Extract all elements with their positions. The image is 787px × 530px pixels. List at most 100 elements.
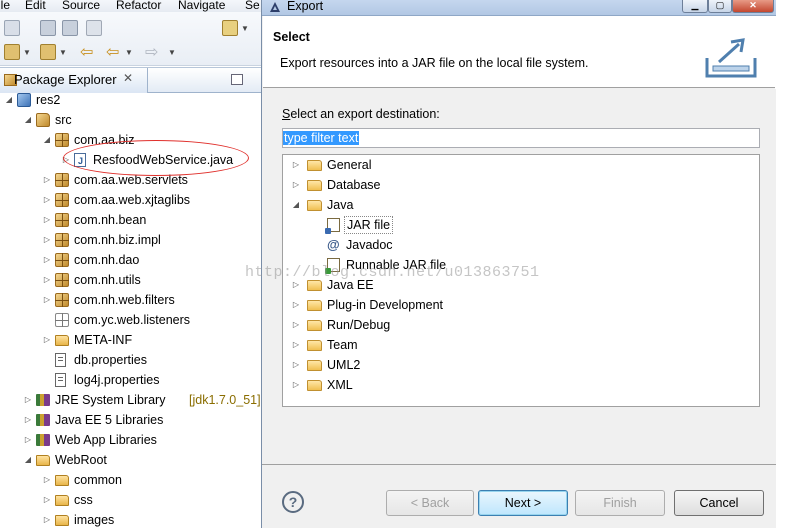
tree-item[interactable]: ▷ com.aa.web.xjtaglibs <box>0 190 262 210</box>
expanded-twisty-icon[interactable]: ◢ <box>291 195 301 215</box>
destination-label: Plug-in Development <box>327 298 444 312</box>
new-icon[interactable] <box>4 20 20 36</box>
cancel-button[interactable]: Cancel <box>674 490 764 516</box>
close-icon[interactable]: ✕ <box>123 71 133 85</box>
collapsed-twisty-icon[interactable]: ▷ <box>291 295 301 315</box>
main-toolbar: ▼ ▼ ▼ ⇦ ⇦ ▼ ⇨ ▼ <box>0 12 262 66</box>
save-icon[interactable] <box>40 20 56 36</box>
chevron-down-icon[interactable]: ▼ <box>168 48 176 57</box>
menu-edit[interactable]: Edit <box>25 0 46 11</box>
menu-file[interactable]: ile <box>0 0 10 11</box>
tree-item[interactable]: ▷ com.nh.web.filters <box>0 290 262 310</box>
expanded-twisty-icon[interactable]: ◢ <box>42 130 52 150</box>
wizard-page-description: Export resources into a JAR file on the … <box>280 56 589 70</box>
tree-item-label: src <box>55 113 72 127</box>
destination-item[interactable]: ▷ XML <box>283 375 759 395</box>
collapsed-twisty-icon[interactable]: ▷ <box>291 175 301 195</box>
dialog-title: Export <box>287 0 324 13</box>
chevron-down-icon[interactable]: ▼ <box>125 48 133 57</box>
package-icon <box>55 253 69 267</box>
tree-item[interactable]: ▷ css <box>0 490 262 510</box>
destination-item[interactable]: ▷ UML2 <box>283 355 759 375</box>
tree-item[interactable]: ▷ com.nh.utils <box>0 270 262 290</box>
tree-item[interactable]: ◢ WebRoot <box>0 450 262 470</box>
collapsed-twisty-icon[interactable]: ▷ <box>23 410 33 430</box>
tree-item[interactable]: ▷ com.nh.biz.impl <box>0 230 262 250</box>
forward-icon[interactable]: ⇨ <box>145 42 158 62</box>
collapsed-twisty-icon[interactable]: ▷ <box>42 270 52 290</box>
chevron-down-icon[interactable]: ▼ <box>241 24 249 33</box>
tree-item[interactable]: ▷ JRE System Library [jdk1.7.0_51] <box>0 390 262 410</box>
collapsed-twisty-icon[interactable]: ▷ <box>42 330 52 350</box>
minimize-button[interactable]: ▁ <box>682 0 708 13</box>
collapsed-twisty-icon[interactable]: ▷ <box>42 470 52 490</box>
dialog-titlebar: Export ▁ ▢ ✕ <box>262 0 776 16</box>
chevron-down-icon[interactable]: ▼ <box>23 48 31 57</box>
tree-item[interactable]: ▷ Java EE 5 Libraries <box>0 410 262 430</box>
tree-item[interactable]: ▷ Web App Libraries <box>0 430 262 450</box>
collapsed-twisty-icon[interactable]: ▷ <box>291 315 301 335</box>
tree-item[interactable]: ▷ META-INF <box>0 330 262 350</box>
tree-item-label: WebRoot <box>55 453 107 467</box>
last-edit-icon[interactable]: ⇦ <box>80 42 93 62</box>
expanded-twisty-icon[interactable]: ◢ <box>4 90 14 110</box>
destination-item[interactable]: @ Javadoc <box>283 235 759 255</box>
filter-input[interactable]: type filter text <box>282 128 760 148</box>
help-button[interactable]: ? <box>282 491 304 513</box>
tree-item[interactable]: db.properties <box>0 350 262 370</box>
back-button[interactable]: < Back <box>386 490 474 516</box>
destination-item[interactable]: ▷ Team <box>283 335 759 355</box>
tree-item[interactable]: ◢ res2 <box>0 90 262 110</box>
folder-icon <box>307 300 322 311</box>
finish-button[interactable]: Finish <box>575 490 665 516</box>
menu-source[interactable]: Source <box>62 0 100 11</box>
collapsed-twisty-icon[interactable]: ▷ <box>42 210 52 230</box>
tree-item[interactable]: ◢ src <box>0 110 262 130</box>
folder-icon <box>307 360 322 371</box>
expanded-twisty-icon[interactable]: ◢ <box>23 450 33 470</box>
collapsed-twisty-icon[interactable]: ▷ <box>42 170 52 190</box>
new-wizard-icon[interactable] <box>222 20 238 36</box>
tree-item[interactable]: ▷ images <box>0 510 262 530</box>
tree-item[interactable]: log4j.properties <box>0 370 262 390</box>
tab-title: Package Explorer <box>14 72 117 87</box>
destination-label: UML2 <box>327 358 361 372</box>
menu-navigate[interactable]: Navigate <box>178 0 225 11</box>
destination-item[interactable]: ◢ Java <box>283 195 759 215</box>
destination-item[interactable]: ▷ General <box>283 155 759 175</box>
menu-search[interactable]: Se <box>245 0 260 11</box>
collapsed-twisty-icon[interactable]: ▷ <box>291 335 301 355</box>
minimize-view-icon[interactable] <box>231 74 243 85</box>
destination-item[interactable]: JAR file <box>283 215 759 235</box>
collapsed-twisty-icon[interactable]: ▷ <box>291 375 301 395</box>
menu-refactor[interactable]: Refactor <box>116 0 161 11</box>
destination-item[interactable]: ▷ Plug-in Development <box>283 295 759 315</box>
previous-annotation-icon[interactable] <box>40 44 56 60</box>
collapsed-twisty-icon[interactable]: ▷ <box>42 510 52 530</box>
destination-item[interactable]: ▷ Database <box>283 175 759 195</box>
back-icon[interactable]: ⇦ <box>106 42 119 62</box>
collapsed-twisty-icon[interactable]: ▷ <box>23 390 33 410</box>
tree-item[interactable]: ▷ com.nh.bean <box>0 210 262 230</box>
destination-item[interactable]: ▷ Run/Debug <box>283 315 759 335</box>
tree-item[interactable]: ▷ com.nh.dao <box>0 250 262 270</box>
collapsed-twisty-icon[interactable]: ▷ <box>42 230 52 250</box>
collapsed-twisty-icon[interactable]: ▷ <box>42 490 52 510</box>
chevron-down-icon[interactable]: ▼ <box>59 48 67 57</box>
expanded-twisty-icon[interactable]: ◢ <box>23 110 33 130</box>
next-annotation-icon[interactable] <box>4 44 20 60</box>
print-icon[interactable] <box>86 20 102 36</box>
collapsed-twisty-icon[interactable]: ▷ <box>42 250 52 270</box>
next-button[interactable]: Next > <box>478 490 568 516</box>
tree-item[interactable]: com.yc.web.listeners <box>0 310 262 330</box>
collapsed-twisty-icon[interactable]: ▷ <box>42 190 52 210</box>
folder-icon <box>55 335 69 346</box>
save-all-icon[interactable] <box>62 20 78 36</box>
collapsed-twisty-icon[interactable]: ▷ <box>23 430 33 450</box>
maximize-button[interactable]: ▢ <box>708 0 732 13</box>
tree-item[interactable]: ▷ common <box>0 470 262 490</box>
collapsed-twisty-icon[interactable]: ▷ <box>291 155 301 175</box>
collapsed-twisty-icon[interactable]: ▷ <box>291 355 301 375</box>
collapsed-twisty-icon[interactable]: ▷ <box>42 290 52 310</box>
close-button[interactable]: ✕ <box>732 0 774 13</box>
